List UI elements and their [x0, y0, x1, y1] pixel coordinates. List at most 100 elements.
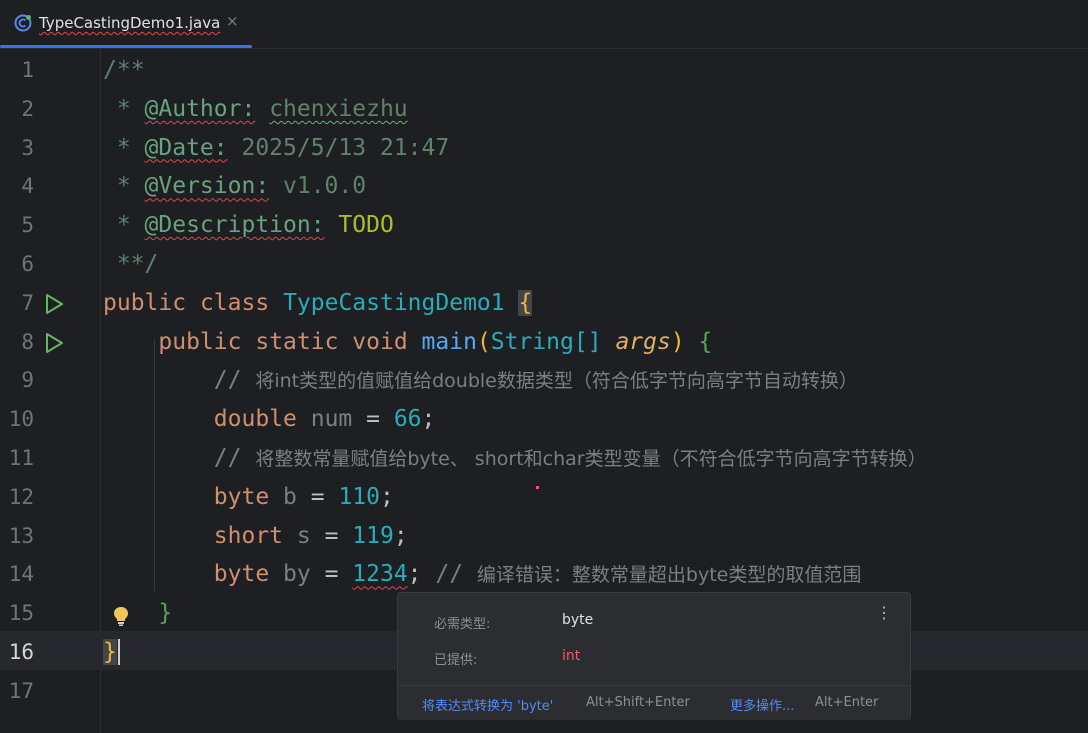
keyword: double [213, 406, 297, 433]
variable: b [283, 483, 297, 510]
line-number: 14 [8, 562, 34, 587]
tab-typecastingdemo1[interactable]: TypeCastingDemo1.java × [0, 0, 252, 48]
keyword: class [199, 289, 270, 316]
comment: 将整数常量赋值给byte、 short和char类型变量（不符合低字节向高字节转… [255, 447, 927, 470]
code-line: 11 // 将整数常量赋值给byte、 short和char类型变量（不符合低字… [0, 439, 1088, 478]
code-text[interactable]: short s = 119; [103, 517, 408, 556]
doc-comment: **/ [103, 250, 159, 277]
provided-type-value: int [562, 648, 581, 664]
code-line: 9 // 将int类型的值赋值给double数据类型（符合低字节向高字节自动转换… [0, 361, 1088, 400]
variable: num [310, 406, 353, 433]
run-icon[interactable] [43, 293, 65, 315]
doc-tag: @Date: [144, 134, 228, 161]
variable: s [296, 522, 311, 549]
keyword: byte [213, 561, 270, 588]
line-number: 9 [21, 368, 34, 393]
line-number: 4 [21, 174, 34, 199]
brace: { [518, 289, 533, 316]
code-text[interactable]: * @Description: TODO [103, 206, 394, 245]
operator: = [352, 406, 394, 433]
run-icon[interactable] [43, 332, 65, 354]
paren: ( [476, 328, 491, 355]
paren: ) [670, 328, 685, 355]
required-type-row: 必需类型: byte [434, 612, 593, 632]
semicolon: ; [407, 561, 422, 588]
semicolon: ; [379, 483, 394, 510]
code-text[interactable]: double num = 66; [103, 400, 436, 439]
required-type-value: byte [562, 612, 594, 628]
operator: = [310, 561, 353, 588]
code-text[interactable]: * @Author: chenxiezhu [103, 90, 408, 129]
code-text[interactable]: byte by = 1234; // 编译错误：整数常量超出byte类型的取值范… [103, 555, 862, 595]
brace: } [103, 638, 117, 665]
line-number: 13 [8, 523, 34, 548]
line-number: 12 [8, 484, 34, 509]
code-text[interactable]: public class TypeCastingDemo1 { [103, 284, 533, 323]
keyword: static [255, 328, 339, 355]
tab-active-indicator [0, 45, 252, 48]
line-number: 15 [8, 601, 34, 626]
brace: } [158, 600, 173, 627]
cast-shortcut: Alt+Shift+Enter [586, 695, 690, 710]
number-error[interactable]: 1234 [352, 561, 407, 587]
operator: = [310, 522, 353, 549]
more-actions-link[interactable]: 更多操作... [730, 695, 794, 714]
code-line: 14 byte by = 1234; // 编译错误：整数常量超出byte类型的… [0, 555, 1088, 594]
doc-value: 2025/5/13 21:47 [227, 134, 450, 161]
line-number: 17 [8, 678, 34, 703]
type-mismatch-popup: 必需类型: byte 已提供: int ⋮ 将表达式转换为 'byte' Alt… [397, 592, 911, 720]
java-class-icon [14, 14, 32, 32]
line-number: 2 [21, 96, 34, 121]
code-text[interactable]: * @Date: 2025/5/13 21:47 [103, 129, 449, 168]
spell-word: chenxiezhu [269, 95, 408, 122]
line-number: 7 [21, 290, 34, 315]
close-icon[interactable]: × [226, 12, 239, 30]
number: 66 [393, 406, 422, 433]
code-line: 5 * @Description: TODO [0, 206, 1088, 245]
semicolon: ; [421, 406, 436, 433]
line-number: 6 [21, 251, 34, 276]
code-line: 13 short s = 119; [0, 517, 1088, 556]
code-text[interactable]: public static void main(String[] args) { [103, 323, 712, 362]
line-number: 3 [21, 135, 34, 160]
comment: 将int类型的值赋值给double数据类型（符合低字节向高字节自动转换） [255, 370, 858, 393]
code-line: 8 public static void main(String[] args)… [0, 323, 1088, 362]
doc-tag: @Version: [144, 173, 270, 200]
code-line: 7 public class TypeCastingDemo1 { [0, 284, 1088, 323]
doc-comment: /** [103, 57, 145, 83]
code-text[interactable]: // 将整数常量赋值给byte、 short和char类型变量（不符合低字节向高… [103, 439, 927, 479]
comment: // [213, 444, 256, 471]
method-name: main [421, 328, 477, 355]
code-text[interactable]: byte b = 110; [103, 478, 394, 517]
provided-type-label: 已提供: [434, 653, 478, 668]
doc-star: * [103, 212, 145, 239]
code-text[interactable]: /** [103, 51, 145, 90]
code-line: 12 byte b = 110; [0, 478, 1088, 517]
comment: // [213, 367, 256, 394]
cast-to-byte-action[interactable]: 将表达式转换为 'byte' [422, 695, 553, 714]
param-name: args [615, 328, 671, 355]
text-caret [117, 639, 120, 666]
code-text[interactable]: } [103, 633, 120, 672]
number: 119 [352, 522, 394, 549]
doc-tag: @Author: [144, 95, 256, 122]
keyword: public [158, 328, 242, 355]
more-options-icon[interactable]: ⋮ [876, 603, 892, 622]
popup-actions: 将表达式转换为 'byte' Alt+Shift+Enter 更多操作... A… [398, 685, 910, 720]
code-text[interactable]: * @Version: v1.0.0 [103, 167, 366, 206]
doc-star: * [103, 95, 145, 122]
code-text[interactable]: **/ [103, 245, 159, 284]
keyword: void [352, 328, 408, 355]
semicolon: ; [393, 522, 408, 549]
keyword: short [213, 522, 284, 549]
code-line: 6 **/ [0, 245, 1088, 284]
code-text[interactable]: // 将int类型的值赋值给double数据类型（符合低字节向高字节自动转换） [103, 361, 858, 401]
code-line: 1 /** [0, 51, 1088, 90]
editor-tab-bar: TypeCastingDemo1.java × [0, 0, 1088, 49]
line-number: 1 [21, 58, 34, 82]
variable: by [283, 561, 311, 588]
line-number: 11 [8, 445, 34, 470]
line-number: 10 [8, 407, 34, 432]
comment: // [421, 561, 477, 588]
lightbulb-icon[interactable] [112, 605, 130, 627]
